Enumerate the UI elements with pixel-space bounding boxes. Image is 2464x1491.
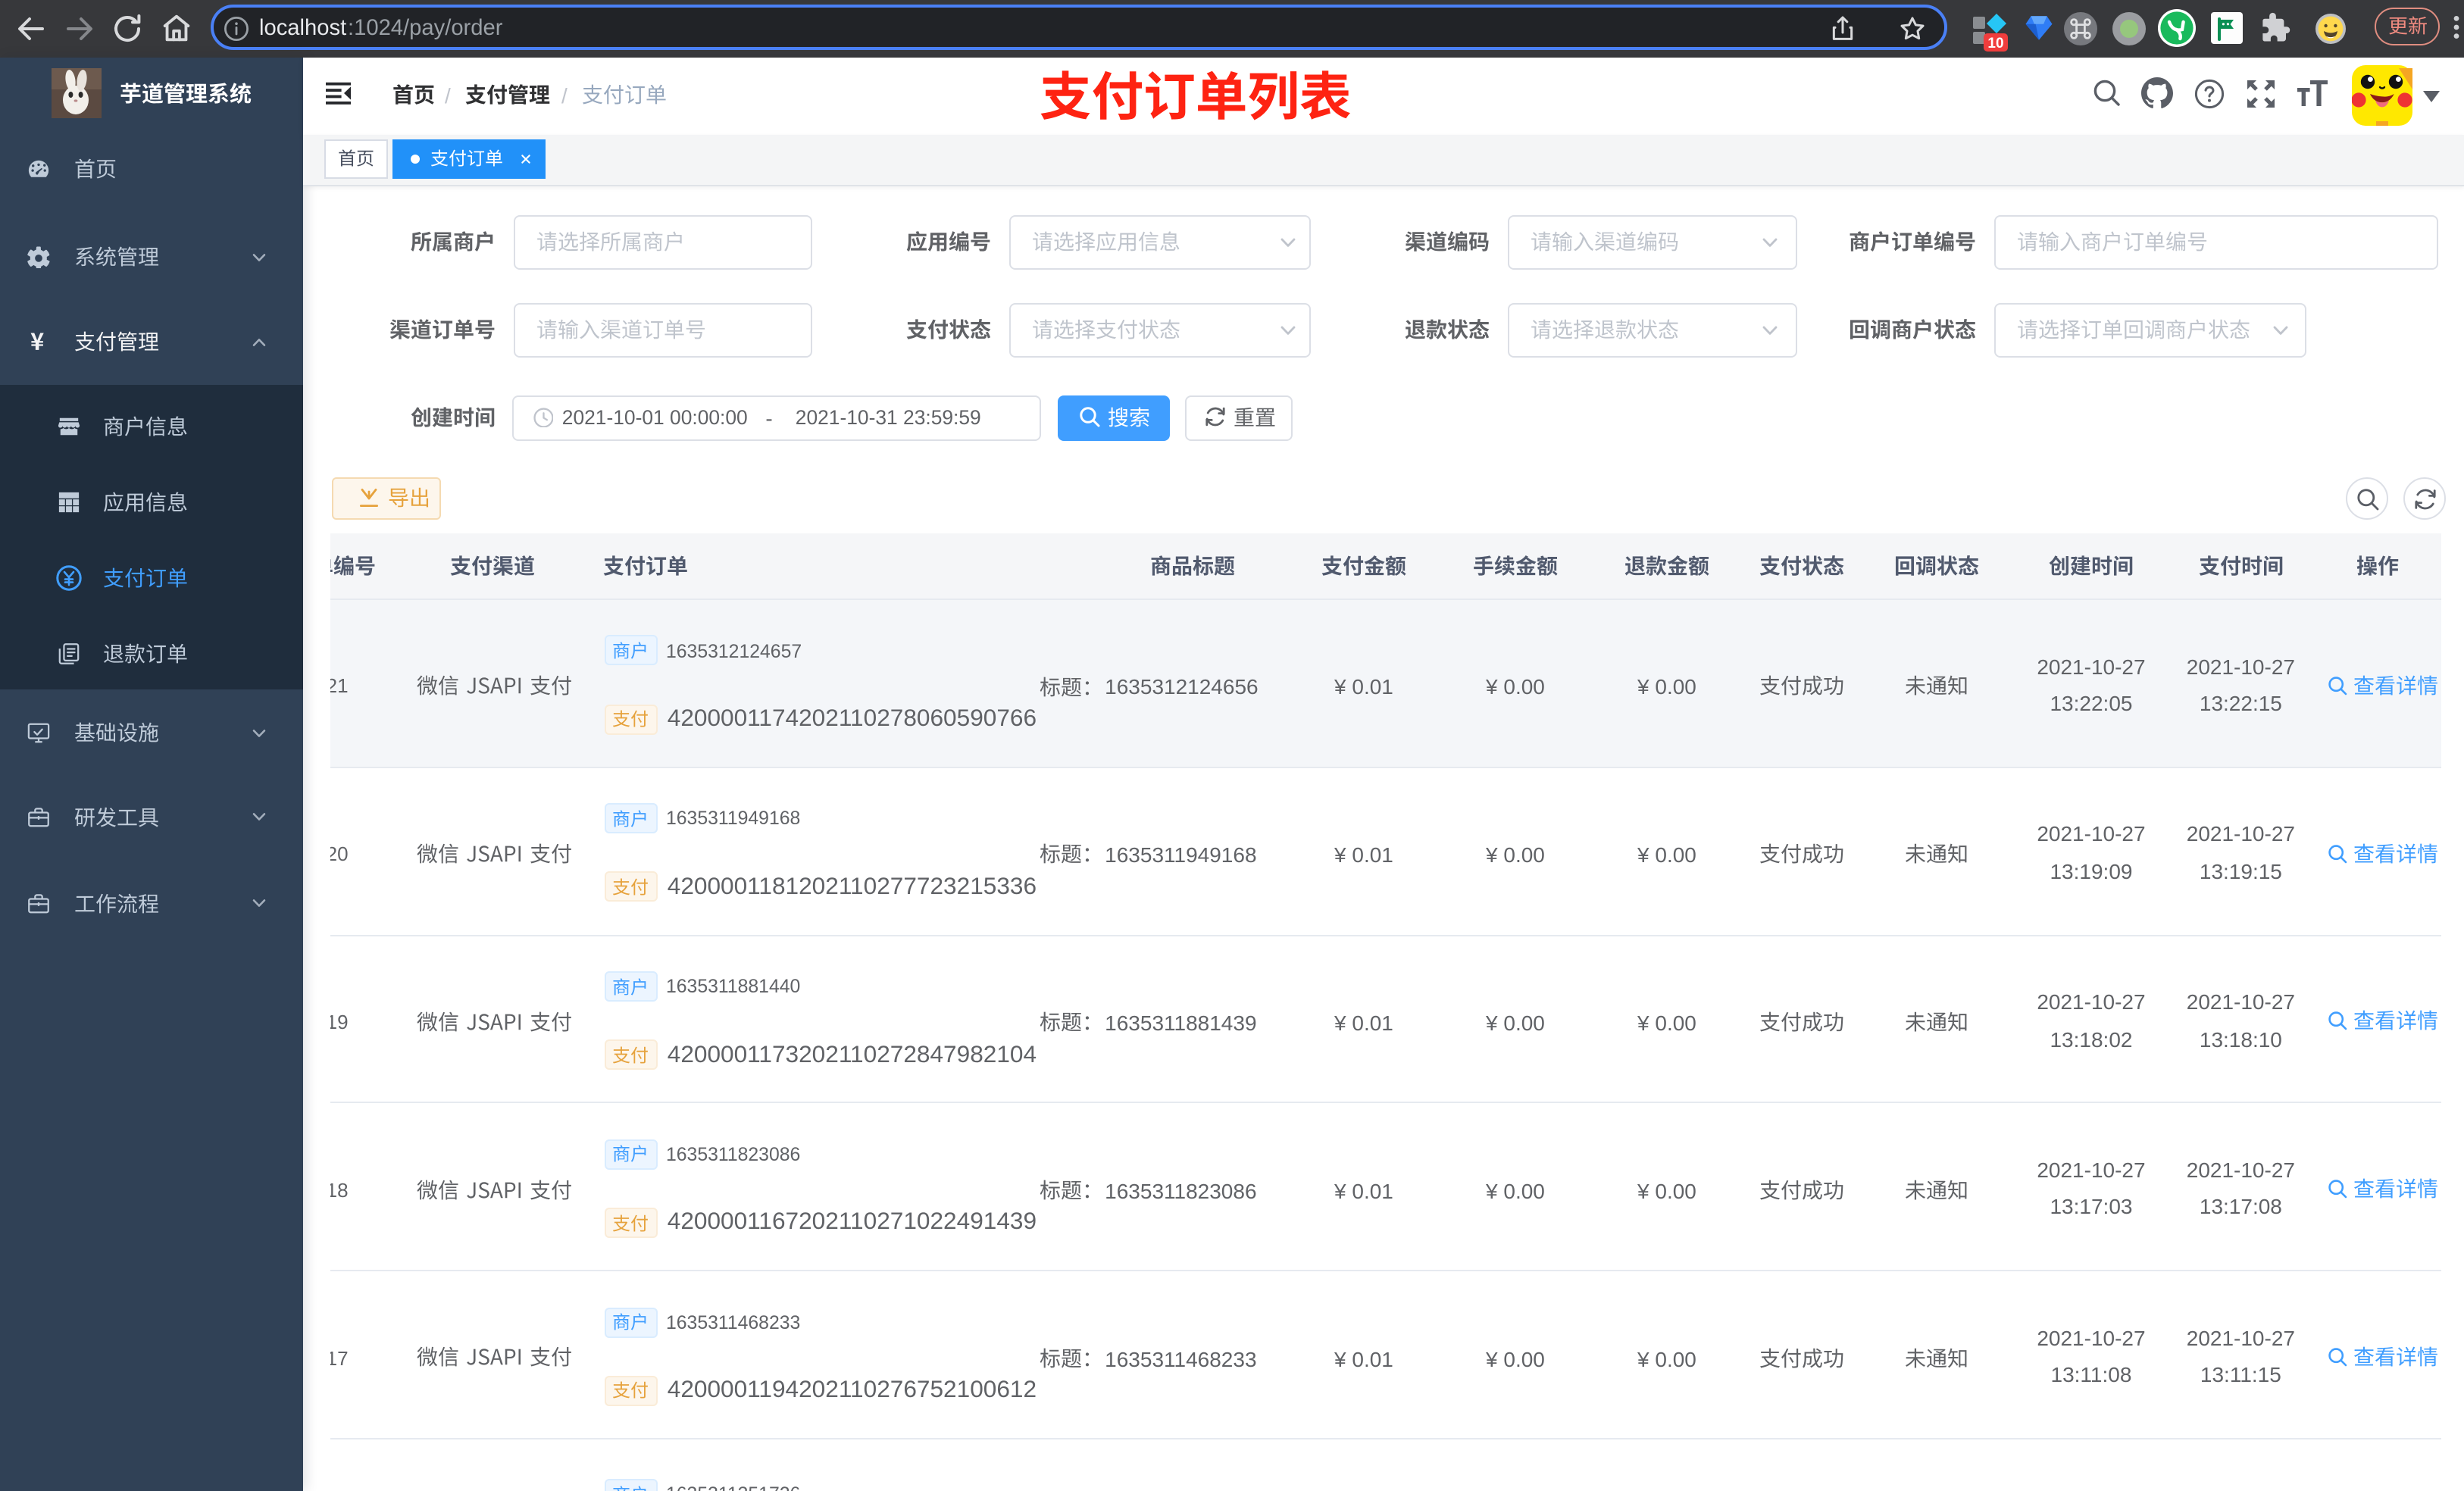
svg-text:10: 10 xyxy=(1987,36,2003,52)
